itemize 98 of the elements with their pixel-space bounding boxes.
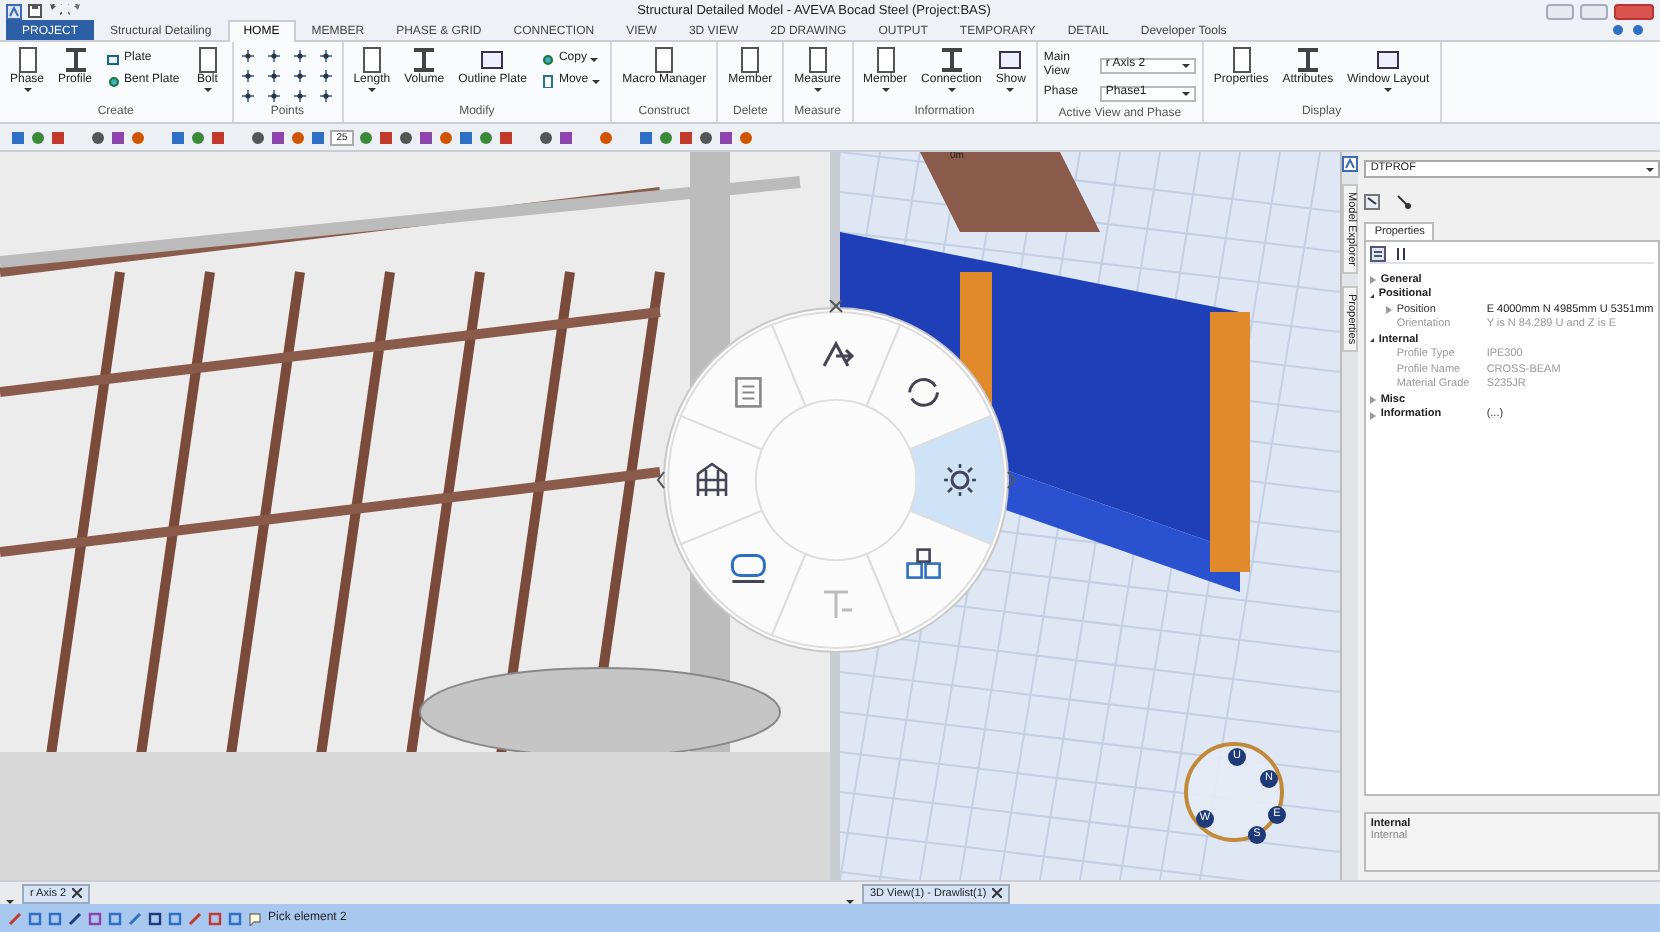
square-icon[interactable] bbox=[558, 129, 574, 145]
point-icon[interactable] bbox=[317, 68, 334, 84]
beam-icon bbox=[937, 46, 966, 74]
beam-icon bbox=[1293, 46, 1322, 74]
square-icon[interactable] bbox=[88, 911, 102, 925]
menu-segment[interactable] bbox=[770, 311, 902, 407]
arrow-icon bbox=[822, 340, 855, 368]
menu-segment[interactable] bbox=[865, 323, 993, 451]
square-icon[interactable] bbox=[28, 911, 42, 925]
sun-icon bbox=[942, 462, 978, 498]
sort-icon[interactable] bbox=[1394, 246, 1411, 263]
menu-segment[interactable] bbox=[865, 509, 993, 637]
round-icon[interactable] bbox=[250, 129, 266, 145]
note-icon bbox=[248, 911, 262, 925]
page-icon bbox=[735, 377, 762, 408]
letter-icon bbox=[1342, 156, 1359, 172]
frame-icon bbox=[696, 462, 728, 498]
line-icon[interactable] bbox=[128, 911, 142, 925]
page-icon bbox=[540, 74, 555, 88]
round-icon[interactable] bbox=[358, 129, 374, 145]
square-icon[interactable] bbox=[110, 129, 126, 145]
square-icon[interactable] bbox=[310, 129, 326, 145]
disc-icon bbox=[106, 74, 121, 88]
round-icon[interactable] bbox=[698, 129, 714, 145]
panel-icon bbox=[1374, 46, 1403, 74]
square-icon[interactable] bbox=[48, 911, 62, 925]
panel-icon bbox=[106, 52, 121, 66]
beam-icon bbox=[410, 46, 439, 74]
line-icon[interactable] bbox=[188, 911, 202, 925]
close-icon[interactable] bbox=[72, 888, 83, 899]
list-icon[interactable] bbox=[1370, 246, 1387, 263]
text-icon bbox=[822, 590, 854, 620]
square-icon[interactable] bbox=[418, 129, 434, 145]
close-icon[interactable] bbox=[992, 888, 1003, 899]
point-icon[interactable] bbox=[291, 88, 308, 104]
chevron-left-icon[interactable] bbox=[656, 471, 665, 489]
round-icon[interactable] bbox=[190, 129, 206, 145]
square-icon[interactable] bbox=[208, 911, 222, 925]
square-icon[interactable] bbox=[210, 129, 226, 145]
round-icon[interactable] bbox=[598, 129, 614, 145]
square-icon[interactable] bbox=[498, 129, 514, 145]
square-icon[interactable] bbox=[718, 129, 734, 145]
square-icon[interactable] bbox=[10, 129, 26, 145]
round-icon[interactable] bbox=[130, 129, 146, 145]
square-icon[interactable] bbox=[108, 911, 122, 925]
square-icon[interactable] bbox=[148, 911, 162, 925]
caret-icon bbox=[1645, 167, 1654, 171]
chevron-right-icon[interactable] bbox=[1007, 471, 1016, 489]
point-icon[interactable] bbox=[239, 48, 256, 64]
square-icon[interactable] bbox=[50, 129, 66, 145]
pointer-icon[interactable] bbox=[1364, 194, 1381, 210]
close-icon[interactable] bbox=[829, 300, 843, 313]
square-icon[interactable] bbox=[228, 911, 242, 925]
round-icon[interactable] bbox=[478, 129, 494, 145]
help-icon[interactable] bbox=[1612, 24, 1624, 36]
round-icon[interactable] bbox=[538, 129, 554, 145]
line-icon[interactable] bbox=[68, 911, 82, 925]
point-icon[interactable] bbox=[317, 48, 334, 64]
point-icon[interactable] bbox=[239, 88, 256, 104]
point-icon[interactable] bbox=[317, 88, 334, 104]
panel-icon bbox=[478, 46, 507, 74]
panel-icon bbox=[996, 46, 1025, 74]
round-icon[interactable] bbox=[658, 129, 674, 145]
app-icon[interactable] bbox=[6, 3, 22, 19]
round-icon[interactable] bbox=[30, 129, 46, 145]
point-icon[interactable] bbox=[265, 48, 282, 64]
square-icon[interactable] bbox=[638, 129, 654, 145]
round-icon[interactable] bbox=[738, 129, 754, 145]
point-icon[interactable] bbox=[291, 48, 308, 64]
point-icon[interactable] bbox=[265, 88, 282, 104]
close-button[interactable] bbox=[1614, 3, 1654, 19]
round-icon[interactable] bbox=[398, 129, 414, 145]
round-icon[interactable] bbox=[290, 129, 306, 145]
menu-segment[interactable] bbox=[909, 414, 1005, 546]
round-icon[interactable] bbox=[438, 129, 454, 145]
caret-icon bbox=[1181, 91, 1190, 96]
line-icon[interactable] bbox=[8, 911, 22, 925]
cubes-icon bbox=[906, 548, 941, 579]
menu-segment[interactable] bbox=[667, 414, 763, 546]
beam-icon bbox=[61, 46, 90, 74]
pipe-icon bbox=[730, 554, 766, 584]
square-icon[interactable] bbox=[168, 911, 182, 925]
rotate-icon bbox=[908, 378, 940, 407]
save-icon[interactable] bbox=[28, 4, 42, 18]
square-icon[interactable] bbox=[678, 129, 694, 145]
caret-icon bbox=[1181, 63, 1190, 68]
square-icon[interactable] bbox=[170, 129, 186, 145]
pick-icon[interactable] bbox=[1396, 194, 1413, 210]
expander-icon[interactable] bbox=[1370, 338, 1375, 343]
info-icon[interactable] bbox=[1632, 24, 1644, 36]
square-icon[interactable] bbox=[378, 129, 394, 145]
point-icon[interactable] bbox=[291, 68, 308, 84]
point-icon[interactable] bbox=[265, 68, 282, 84]
round-icon[interactable] bbox=[90, 129, 106, 145]
disc-icon bbox=[540, 52, 555, 66]
point-icon[interactable] bbox=[239, 68, 256, 84]
square-icon[interactable] bbox=[458, 129, 474, 145]
square-icon[interactable] bbox=[270, 129, 286, 145]
